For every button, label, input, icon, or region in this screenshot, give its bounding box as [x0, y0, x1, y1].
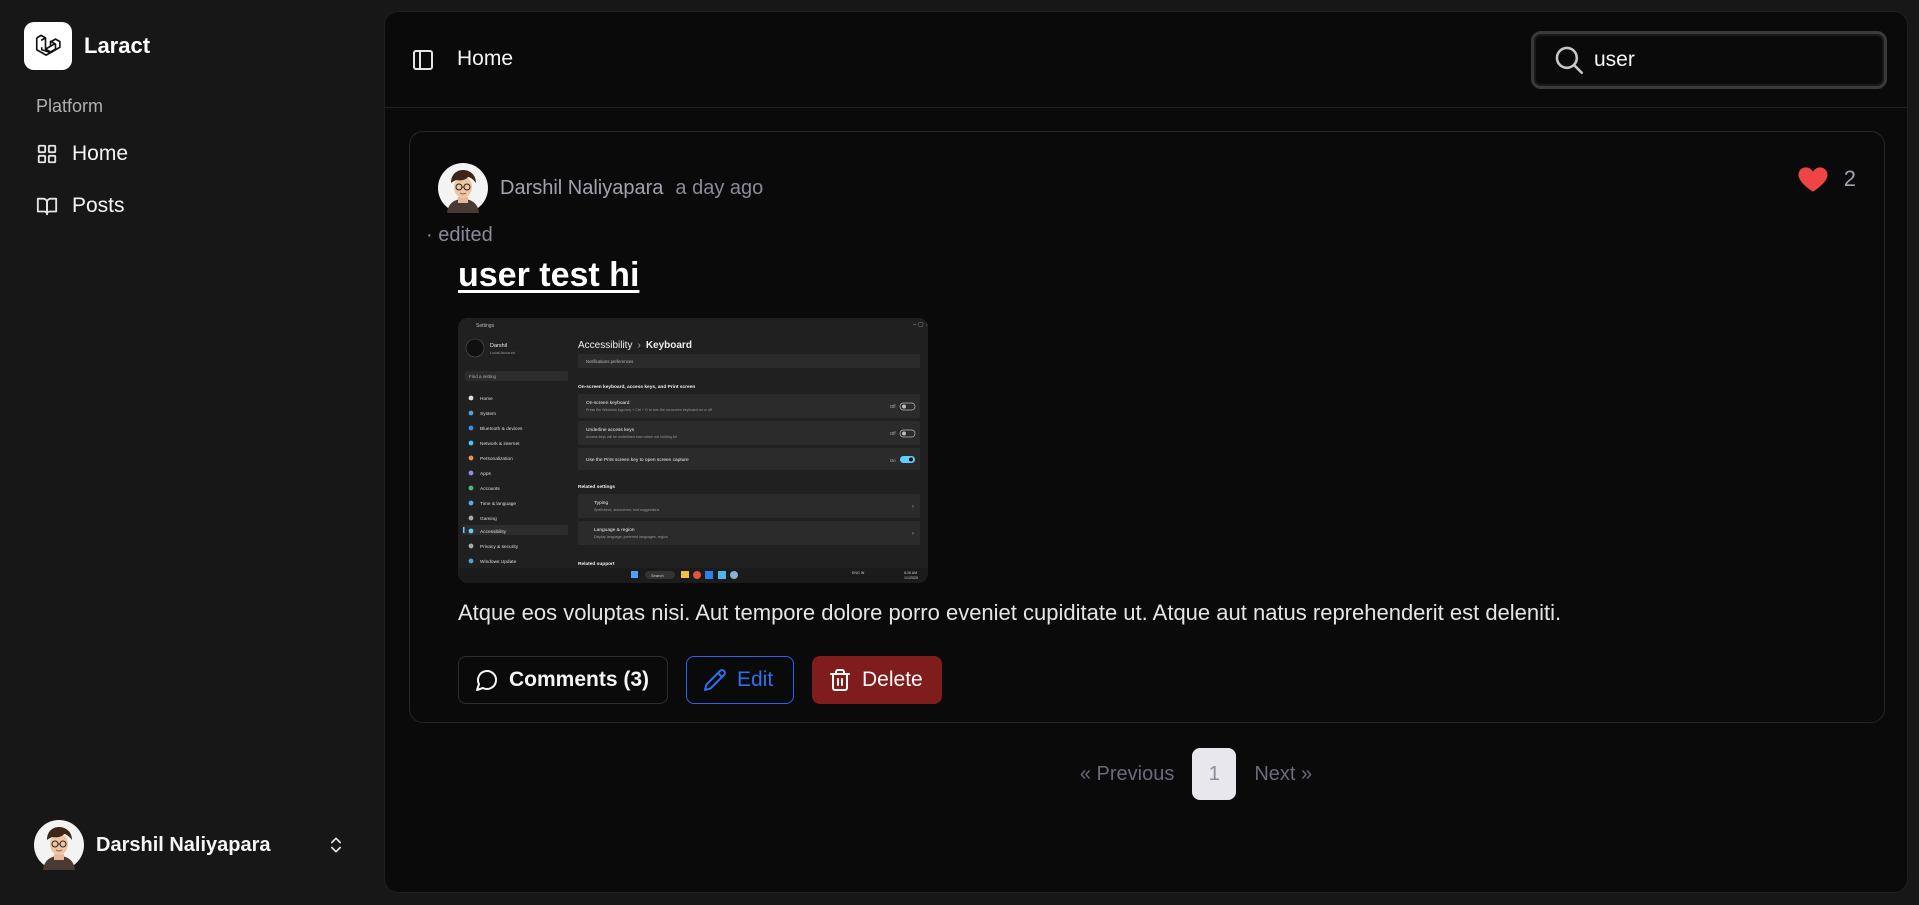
top-bar: Home [385, 12, 1907, 108]
pencil-icon [704, 669, 726, 691]
svg-text:Language & region: Language & region [594, 527, 635, 533]
post-time: a day ago [675, 176, 764, 199]
edit-label: Edit [737, 668, 774, 691]
sidebar-toggle-icon[interactable] [411, 48, 435, 72]
sidebar-nav: Home Posts [24, 128, 364, 232]
sidebar: Laract Platform Home Posts Darshil Naliy… [0, 0, 384, 905]
svg-text:Related settings: Related settings [578, 484, 615, 490]
svg-text:Personalization: Personalization [480, 456, 513, 462]
app-name: Laract [84, 33, 151, 58]
pagination: « Previous 1 Next » [385, 748, 1907, 800]
edit-button[interactable]: Edit [686, 656, 794, 704]
svg-text:Use the Print screen key to op: Use the Print screen key to open screen … [586, 457, 689, 463]
message-circle-icon [476, 670, 497, 691]
search-icon [1555, 46, 1584, 75]
sidebar-item-label: Posts [72, 194, 125, 217]
svg-text:Network & internet: Network & internet [480, 441, 520, 447]
svg-text:Search: Search [651, 573, 664, 578]
laravel-logo-icon [24, 22, 72, 70]
svg-text:On-screen keyboard, access key: On-screen keyboard, access keys, and Pri… [578, 384, 695, 390]
breadcrumb[interactable]: Home [457, 47, 513, 71]
svg-text:Windows Update: Windows Update [480, 559, 517, 565]
svg-text:Apps: Apps [480, 471, 492, 477]
avatar[interactable] [438, 163, 488, 213]
avatar [34, 820, 84, 870]
post-body: Atque eos voluptas nisi. Aut tempore dol… [458, 600, 1562, 625]
search-box[interactable] [1531, 31, 1887, 89]
svg-text:›: › [912, 531, 914, 537]
previous-page-link[interactable]: « Previous [1080, 763, 1175, 786]
delete-label: Delete [862, 668, 923, 691]
page-number-current[interactable]: 1 [1192, 748, 1237, 800]
next-page-link[interactable]: Next » [1254, 763, 1312, 786]
like-count: 2 [1843, 166, 1856, 191]
find-setting: Find a setting [469, 374, 497, 379]
brand[interactable]: Laract [24, 22, 150, 70]
post-author[interactable]: Darshil Naliyapara [500, 177, 663, 200]
post-title[interactable]: user test hi [458, 256, 639, 295]
account-sub: Local Account [490, 350, 516, 355]
comments-button[interactable]: Comments (3) [458, 656, 668, 704]
sidebar-item-label: Home [72, 142, 129, 165]
svg-text:8:26 AM: 8:26 AM [904, 571, 917, 575]
svg-text:Bluetooth & devices: Bluetooth & devices [480, 426, 523, 432]
svg-text:Press the Windows logo key + C: Press the Windows logo key + Ctrl + O to… [586, 408, 712, 412]
svg-text:Notifications preferences: Notifications preferences [586, 359, 633, 364]
svg-text:Accessibility: Accessibility [480, 529, 507, 535]
search-input[interactable] [1594, 48, 1854, 72]
post-image[interactable]: Settings – ▢ ✕ Darshil Local Account Fin… [458, 318, 928, 583]
svg-text:Accounts: Accounts [480, 486, 500, 492]
comments-label: Comments (3) [509, 668, 650, 691]
svg-text:– ▢ ✕: – ▢ ✕ [913, 322, 928, 328]
account-name: Darshil [490, 343, 507, 349]
trash-icon [830, 669, 850, 691]
nav-group-label: Platform [36, 96, 104, 116]
svg-text:1/1/2025: 1/1/2025 [904, 576, 918, 580]
svg-text:Off: Off [890, 404, 896, 409]
delete-button[interactable]: Delete [812, 656, 942, 704]
svg-text:ENG IN: ENG IN [852, 571, 865, 575]
svg-text:On: On [890, 458, 896, 463]
svg-text:Gaming: Gaming [480, 516, 497, 522]
user-name: Darshil Naliyapara [96, 833, 271, 856]
svg-text:Related support: Related support [578, 561, 615, 567]
settings-window-title: Settings [476, 323, 495, 329]
svg-text:Spellcheck, autocorrect, text: Spellcheck, autocorrect, text suggestion… [594, 508, 660, 512]
edited-label: · edited [426, 224, 493, 246]
svg-text:Access keys will be underlined: Access keys will be underlined even when… [586, 435, 677, 439]
grid-icon [37, 144, 57, 164]
post-card: Darshil Naliyapara a day ago · edited 2 … [409, 131, 1885, 723]
chevrons-up-down-icon [331, 837, 341, 853]
svg-text:Time & language: Time & language [480, 501, 516, 507]
svg-text:›: › [912, 504, 914, 510]
post-actions: Comments (3) Edit Delete [458, 656, 942, 704]
sidebar-item-home[interactable]: Home [24, 128, 364, 180]
svg-text:Typing: Typing [594, 500, 608, 506]
main-panel: Home Darshil Naliyapara a day ago [384, 11, 1908, 893]
post-meta: Darshil Naliyapara a day ago [438, 163, 763, 213]
sidebar-item-posts[interactable]: Posts [24, 180, 364, 232]
svg-text:Home: Home [480, 396, 493, 402]
like-button[interactable]: 2 [1796, 162, 1856, 196]
svg-text:Off: Off [890, 431, 896, 436]
svg-text:On-screen keyboard: On-screen keyboard [586, 400, 630, 406]
heart-icon [1798, 167, 1828, 192]
book-open-icon [36, 197, 58, 216]
svg-text:Privacy & security: Privacy & security [480, 544, 519, 550]
svg-text:System: System [480, 411, 496, 417]
user-menu[interactable]: Darshil Naliyapara [34, 820, 354, 870]
svg-text:Display language, preferred la: Display language, preferred languages, r… [594, 535, 668, 539]
svg-text:Underline access keys: Underline access keys [586, 427, 635, 433]
